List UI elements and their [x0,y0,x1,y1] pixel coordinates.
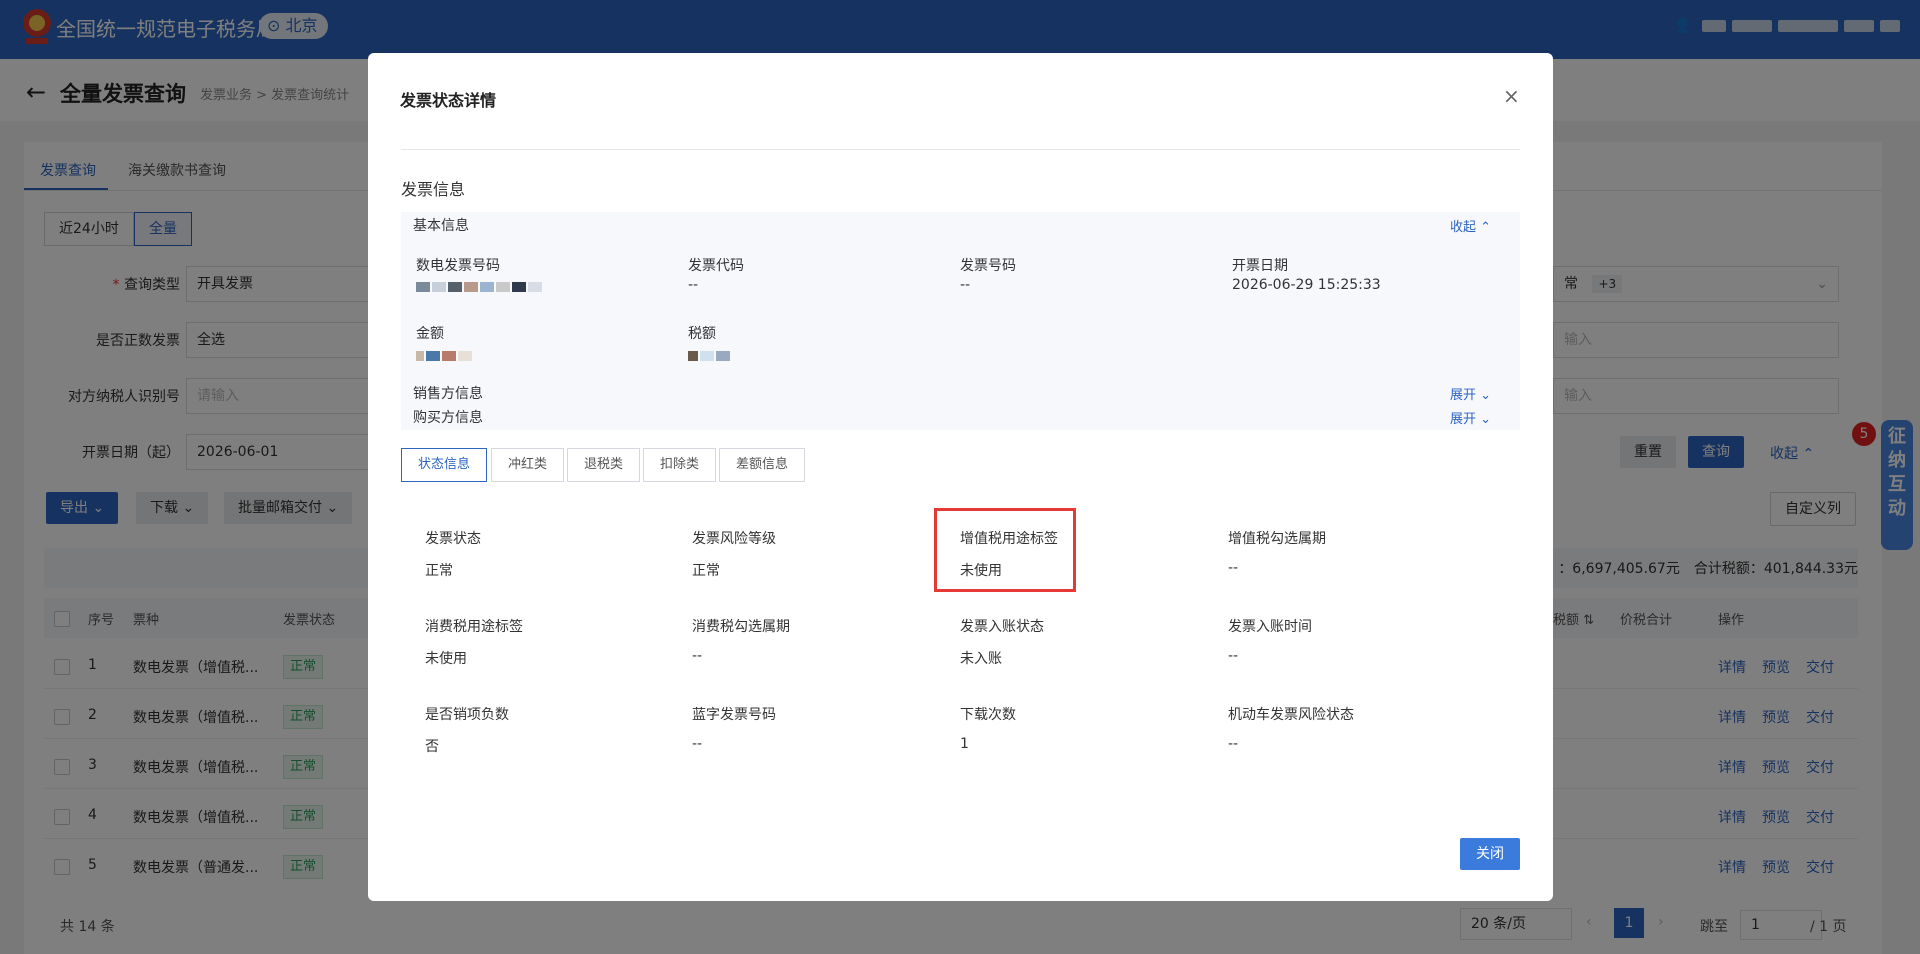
chevron-up-icon: ⌃ [1480,220,1492,235]
close-button[interactable]: 关闭 [1460,838,1520,870]
status-label: 消费税用途标签 [425,619,523,635]
chevron-down-icon: ⌄ [1480,388,1492,403]
basic-info-collapse[interactable]: 收起 ⌃ [1450,216,1491,235]
status-label: 发票入账状态 [960,619,1044,635]
status-value: -- [1228,560,1239,576]
basic-info-panel [401,212,1520,430]
subtab-status[interactable]: 状态信息 [401,448,488,482]
status-label: 增值税勾选属期 [1228,531,1326,547]
buyer-info-label: 购买方信息 [413,410,483,426]
field-label: 税额 [688,326,716,342]
subtab-difference[interactable]: 差额信息 [719,448,806,482]
status-label: 下载次数 [960,707,1016,723]
close-icon[interactable]: × [1503,84,1520,108]
status-value: 未使用 [425,651,467,667]
field-label: 数电发票号码 [416,258,500,274]
modal-title: 发票状态详情 [400,91,497,110]
subtab-tax-refund[interactable]: 退税类 [567,448,641,482]
status-value: 否 [425,739,439,755]
field-value-redacted [416,349,474,365]
status-label: 消费税勾选属期 [692,619,790,635]
seller-info-expand[interactable]: 展开 ⌄ [1450,384,1491,403]
basic-info-label: 基本信息 [413,218,469,234]
buyer-info-expand[interactable]: 展开 ⌄ [1450,408,1491,427]
field-label: 发票代码 [688,258,744,274]
status-value: -- [692,648,703,664]
status-value: 未入账 [960,651,1002,667]
status-label: 发票风险等级 [692,531,776,547]
status-value: -- [692,736,703,752]
status-label: 机动车发票风险状态 [1228,707,1354,723]
seller-info-label: 销售方信息 [413,386,483,402]
field-value-redacted [688,349,732,365]
field-label: 开票日期 [1232,258,1288,274]
section-title: 发票信息 [401,180,466,199]
chevron-down-icon: ⌄ [1480,412,1492,427]
modal-divider [401,149,1520,150]
status-value: -- [1228,648,1239,664]
status-value: -- [1228,736,1239,752]
status-label: 是否销项负数 [425,707,509,723]
field-label: 发票号码 [960,258,1016,274]
subtab-red-reverse[interactable]: 冲红类 [491,448,565,482]
field-value: -- [688,277,699,293]
status-value: 1 [960,736,969,752]
status-label: 发票状态 [425,531,481,547]
status-label: 发票入账时间 [1228,619,1312,635]
field-value: 2026-06-29 15:25:33 [1232,277,1381,293]
status-value: 正常 [425,563,453,579]
status-label: 蓝字发票号码 [692,707,776,723]
field-label: 金额 [416,326,444,342]
highlight-box [934,508,1076,592]
subtab-deduction[interactable]: 扣除类 [643,448,717,482]
status-value: 正常 [692,563,720,579]
field-value-redacted [416,280,544,296]
field-value: -- [960,277,971,293]
